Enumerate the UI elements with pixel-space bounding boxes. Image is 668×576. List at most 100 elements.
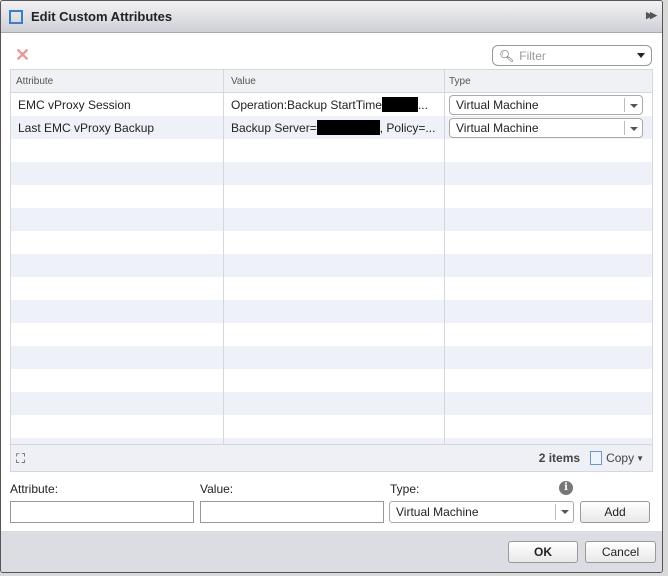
- empty-cell: [11, 185, 224, 208]
- type-select[interactable]: Virtual Machine: [449, 117, 643, 138]
- value-text: Backup Server=: [231, 120, 317, 135]
- column-header-value[interactable]: Value: [224, 70, 445, 92]
- empty-cell: [224, 185, 445, 208]
- copy-button[interactable]: Copy ▼: [590, 451, 644, 465]
- copy-icon: [590, 451, 603, 465]
- table-footer: ⛶ 2 items Copy ▼: [11, 444, 652, 471]
- search-icon: 🔍︎: [499, 48, 515, 63]
- empty-cell: [11, 392, 224, 415]
- table-header: Attribute Value Type: [11, 70, 652, 93]
- empty-cell: [224, 346, 445, 369]
- toolbar: ✕ 🔍︎ Filter: [10, 41, 652, 69]
- type-value: Virtual Machine: [396, 505, 479, 519]
- info-icon[interactable]: i: [559, 481, 573, 495]
- edit-custom-attributes-dialog: Edit Custom Attributes ▶▶ ✕ 🔍︎ Filter At…: [0, 0, 663, 573]
- empty-row: [11, 231, 652, 254]
- empty-cell: [224, 208, 445, 231]
- delete-icon[interactable]: ✕: [15, 46, 30, 64]
- chevron-down-icon: ▼: [636, 453, 644, 463]
- ok-button[interactable]: OK: [508, 541, 578, 563]
- redacted-block: [381, 97, 418, 112]
- value-text: Operation:Backup StartTime: [231, 97, 382, 112]
- chevron-down-icon[interactable]: [637, 53, 645, 62]
- empty-cell: [445, 254, 652, 277]
- dialog-title: Edit Custom Attributes: [31, 9, 173, 24]
- empty-cell: [224, 277, 445, 300]
- empty-cell: [11, 323, 224, 346]
- empty-cell: [224, 323, 445, 346]
- empty-cell: [11, 254, 224, 277]
- value-cell: Backup Server= , Policy=...: [224, 116, 445, 139]
- type-select[interactable]: Virtual Machine: [449, 94, 643, 115]
- empty-cell: [445, 346, 652, 369]
- value-suffix: , Policy=...: [379, 120, 436, 135]
- empty-row: [11, 369, 652, 392]
- empty-cell: [224, 392, 445, 415]
- value-cell: Operation:Backup StartTime...: [224, 93, 445, 116]
- empty-cell: [11, 346, 224, 369]
- empty-cell: [224, 254, 445, 277]
- filter-placeholder: Filter: [519, 48, 546, 63]
- empty-cell: [11, 139, 224, 162]
- type-select[interactable]: Virtual Machine: [389, 501, 574, 523]
- value-input[interactable]: [200, 501, 384, 523]
- attribute-label: Attribute:: [10, 482, 59, 496]
- empty-cell: [445, 162, 652, 185]
- empty-cell: [224, 415, 445, 438]
- chevron-down-icon[interactable]: [555, 504, 573, 520]
- chevron-down-icon[interactable]: [624, 97, 642, 112]
- empty-cell: [445, 323, 652, 346]
- empty-cell: [445, 369, 652, 392]
- redacted-block: [316, 120, 380, 135]
- empty-cell: [11, 231, 224, 254]
- value-label: Value:: [200, 482, 234, 496]
- table-row[interactable]: Last EMC vProxy Backup Backup Server= , P…: [11, 116, 652, 139]
- empty-row: [11, 300, 652, 323]
- empty-row: [11, 208, 652, 231]
- empty-row: [11, 346, 652, 369]
- custom-attributes-icon: [9, 9, 23, 24]
- empty-cell: [11, 369, 224, 392]
- empty-row: [11, 323, 652, 346]
- attribute-cell: Last EMC vProxy Backup: [11, 116, 224, 139]
- item-count: 2 items: [538, 451, 581, 465]
- empty-row: [11, 162, 652, 185]
- filter-input[interactable]: 🔍︎ Filter: [492, 45, 652, 66]
- empty-cell: [11, 300, 224, 323]
- empty-row: [11, 185, 652, 208]
- empty-row: [11, 139, 652, 162]
- binoculars-icon[interactable]: ⛶: [16, 451, 25, 467]
- empty-cell: [11, 277, 224, 300]
- expand-icon[interactable]: ▶▶: [646, 10, 657, 21]
- type-value: Virtual Machine: [456, 97, 539, 112]
- empty-row: [11, 392, 652, 415]
- empty-cell: [445, 231, 652, 254]
- attribute-input[interactable]: [10, 501, 194, 523]
- empty-cell: [445, 185, 652, 208]
- cancel-button[interactable]: Cancel: [585, 541, 656, 563]
- table-row[interactable]: EMC vProxy Session Operation:Backup Star…: [11, 93, 652, 116]
- chevron-down-icon[interactable]: [624, 120, 642, 135]
- empty-cell: [11, 208, 224, 231]
- empty-cell: [445, 300, 652, 323]
- empty-cell: [224, 162, 445, 185]
- empty-cell: [445, 392, 652, 415]
- empty-cell: [224, 369, 445, 392]
- empty-cell: [224, 300, 445, 323]
- empty-cell: [11, 415, 224, 438]
- attribute-cell: EMC vProxy Session: [11, 93, 224, 116]
- column-header-type[interactable]: Type: [445, 70, 652, 92]
- type-value: Virtual Machine: [456, 120, 539, 135]
- add-button[interactable]: Add: [580, 501, 650, 523]
- type-label: Type:: [390, 482, 420, 496]
- value-suffix: ...: [417, 97, 428, 112]
- title-bar: Edit Custom Attributes ▶▶: [1, 1, 662, 33]
- empty-cell: [224, 139, 445, 162]
- empty-cell: [445, 415, 652, 438]
- empty-cell: [224, 231, 445, 254]
- attributes-table: Attribute Value Type EMC vProxy Session …: [10, 69, 653, 472]
- empty-cell: [11, 162, 224, 185]
- dialog-footer: OK Cancel: [1, 531, 662, 572]
- column-header-attribute[interactable]: Attribute: [11, 70, 224, 92]
- copy-label: Copy: [606, 451, 635, 465]
